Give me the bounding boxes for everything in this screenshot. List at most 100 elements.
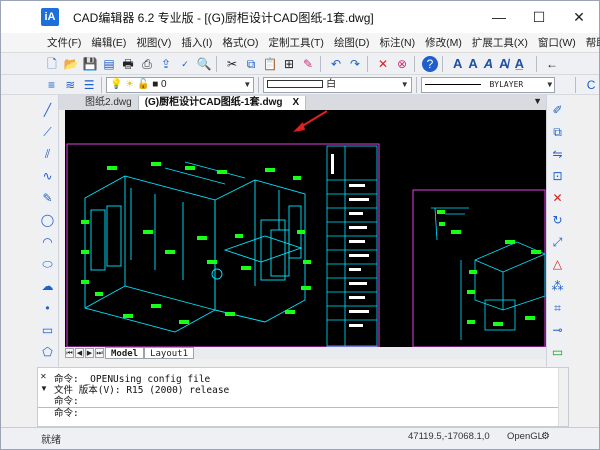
purge-icon[interactable]: ⊗	[394, 56, 410, 72]
match-properties-icon[interactable]: ✎	[300, 56, 316, 72]
next-layout-icon[interactable]: ▶	[85, 348, 94, 358]
extend-icon[interactable]: ⊸	[550, 322, 566, 338]
document-tabs: 图纸2.dwg (G)厨柜设计CAD图纸-1套.dwg X ▼	[59, 95, 546, 110]
color-select[interactable]: 白 ▼	[263, 76, 412, 93]
print-icon[interactable]: 🖶	[120, 56, 136, 72]
spellcheck-icon[interactable]: ✓	[177, 56, 193, 72]
menu-custom-tools[interactable]: 定制工具(T)	[269, 35, 324, 50]
layer-lock-icon: 🔓	[136, 78, 150, 90]
menu-view[interactable]: 视图(V)	[136, 35, 171, 50]
paste-icon[interactable]: 📋	[262, 56, 278, 72]
redo-icon[interactable]: ↷	[347, 56, 363, 72]
arc-tool-icon[interactable]: C	[583, 77, 599, 93]
export-icon[interactable]: ⇪	[158, 56, 174, 72]
arc-tool-icon[interactable]: ◠	[40, 234, 56, 250]
prev-layout-icon[interactable]: ◀	[75, 348, 84, 358]
maximize-button[interactable]: ☐	[519, 1, 559, 33]
linetype-select[interactable]: BYLAYER ▼	[420, 76, 556, 93]
mirror-icon[interactable]: ⇋	[550, 146, 566, 162]
tab-list-chevron-icon[interactable]: ▼	[533, 96, 542, 106]
text-justify-icon[interactable]: A̲	[515, 56, 524, 71]
layer-state-icon[interactable]: ≋	[62, 77, 78, 93]
menu-file[interactable]: 文件(F)	[47, 35, 81, 50]
tab-kitchen-drawing[interactable]: (G)厨柜设计CAD图纸-1套.dwg X	[138, 96, 307, 110]
save-icon[interactable]: 💾	[82, 56, 98, 72]
menu-insert[interactable]: 插入(I)	[181, 35, 212, 50]
close-button[interactable]: ✕	[559, 1, 599, 33]
new-file-icon[interactable]: 🗋	[44, 56, 60, 72]
layer-select[interactable]: 💡 ☀ 🔓 ■ 0 ▼	[105, 76, 255, 93]
menu-extended-tools[interactable]: 扩展工具(X)	[472, 35, 528, 50]
minimize-button[interactable]: —	[479, 1, 519, 33]
menu-draw[interactable]: 绘图(D)	[334, 35, 370, 50]
break-icon[interactable]: ▭	[550, 344, 566, 360]
polygon-tool-icon[interactable]: ⬠	[40, 344, 56, 360]
save-as-icon[interactable]: ▤	[101, 56, 117, 72]
offset-icon[interactable]: ⊡	[550, 168, 566, 184]
layer-previous-icon[interactable]: ☰	[81, 77, 97, 93]
menu-modify[interactable]: 修改(M)	[425, 35, 462, 50]
erase-icon[interactable]: ✐	[550, 102, 566, 118]
panel-collapse-icon[interactable]: ▼	[40, 384, 48, 393]
spline-tool-icon[interactable]: ∿	[40, 168, 56, 184]
layer-bulb-icon: 💡	[109, 78, 123, 90]
circle-tool-icon[interactable]: ◯	[40, 212, 56, 228]
toolbar-separator	[415, 76, 417, 93]
menu-help[interactable]: 帮助(H)	[586, 35, 600, 50]
trim-icon[interactable]: ⌗	[550, 300, 566, 316]
copy-object-icon[interactable]: ⧉	[550, 124, 566, 140]
undo-icon[interactable]: ↶	[328, 56, 344, 72]
first-layout-icon[interactable]: ⏮	[65, 348, 74, 358]
command-input[interactable]: 命令:	[38, 407, 568, 419]
last-layout-icon[interactable]: ⏭	[95, 348, 104, 358]
text-style-a-icon[interactable]: A	[453, 56, 462, 71]
scale-icon[interactable]: ⤢	[550, 234, 566, 250]
app-logo-icon: iA	[41, 8, 59, 26]
menu-window[interactable]: 窗口(W)	[538, 35, 576, 50]
text-style-a2-icon[interactable]: A	[468, 56, 477, 71]
text-edit-icon[interactable]: A	[484, 56, 493, 71]
copy-icon[interactable]: ⧉	[243, 56, 259, 72]
tab-drawing2[interactable]: 图纸2.dwg	[79, 96, 139, 110]
cloud-tool-icon[interactable]: ☁	[40, 278, 56, 294]
linetype-name: BYLAYER	[489, 79, 524, 89]
paste-special-icon[interactable]: ⊞	[281, 56, 297, 72]
settings-icon[interactable]: ⚙	[541, 431, 550, 442]
rotate-icon[interactable]: ↻	[550, 212, 566, 228]
panel-close-icon[interactable]: ✕	[40, 372, 47, 381]
pencil-tool-icon[interactable]: ✎	[40, 190, 56, 206]
delete-object-icon[interactable]: ✕	[550, 190, 566, 206]
command-scrollbar[interactable]	[558, 368, 568, 426]
menu-format[interactable]: 格式(O)	[222, 35, 258, 50]
print-preview-icon[interactable]: ⎙	[139, 56, 155, 72]
rectangle-tool-icon[interactable]: ▭	[40, 322, 56, 338]
drawing-canvas[interactable]	[65, 110, 546, 347]
color-name: 白	[326, 78, 337, 90]
array-icon[interactable]: ⁂	[550, 278, 566, 294]
linetype-preview	[424, 83, 481, 85]
layer-manager-icon[interactable]: ≡	[44, 77, 60, 93]
pan-left-icon[interactable]: ←	[544, 56, 560, 72]
help-icon[interactable]: ?	[422, 55, 438, 72]
app-window: iA CAD编辑器 6.2 专业版 - [(G)厨柜设计CAD图纸-1套.dwg…	[0, 0, 600, 450]
text-scale-icon[interactable]: A̸	[499, 56, 508, 71]
open-folder-icon[interactable]: 📂	[63, 56, 79, 72]
chevron-down-icon: ▼	[400, 79, 409, 89]
ray-tool-icon[interactable]: ⟋	[40, 124, 56, 140]
ellipse-tool-icon[interactable]: ⬭	[40, 256, 56, 272]
close-tab-icon[interactable]: X	[292, 97, 299, 108]
point-tool-icon[interactable]: •	[40, 300, 56, 316]
tab-model[interactable]: Model	[105, 347, 145, 359]
tab-kitchen-drawing-label: (G)厨柜设计CAD图纸-1套.dwg	[144, 97, 283, 108]
delete-icon[interactable]: ✕	[375, 56, 391, 72]
sheet-border-left	[66, 143, 380, 347]
stretch-icon[interactable]: △	[550, 256, 566, 272]
renderer-label[interactable]: OpenGL	[507, 431, 543, 442]
tab-layout1[interactable]: Layout1	[144, 347, 195, 359]
menu-edit[interactable]: 编辑(E)	[91, 35, 126, 50]
line-tool-icon[interactable]: ╱	[40, 102, 56, 118]
polyline-tool-icon[interactable]: ⫽	[40, 146, 56, 162]
cut-icon[interactable]: ✂	[224, 56, 240, 72]
find-icon[interactable]: 🔍	[196, 56, 212, 72]
menu-dimension[interactable]: 标注(N)	[380, 35, 416, 50]
